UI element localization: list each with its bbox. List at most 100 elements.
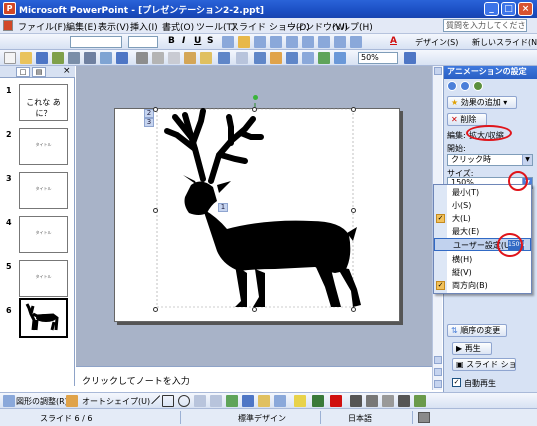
play-button[interactable]: ▶ 再生 <box>452 342 492 355</box>
redo-icon[interactable] <box>236 52 248 64</box>
slide-thumbnail[interactable]: タイトル <box>19 172 68 209</box>
menu-insert[interactable]: 挿入(I) <box>130 20 158 33</box>
menu-view[interactable]: 表示(V) <box>98 20 129 33</box>
reorder-button[interactable]: ⇅ 順序の変更 <box>447 324 507 337</box>
autoshapes-button[interactable]: オートシェイプ(U) <box>82 396 150 407</box>
font-color-icon[interactable] <box>330 395 342 407</box>
menu-item-vertical[interactable]: 縦(V) <box>434 266 531 279</box>
mail-icon[interactable] <box>68 52 80 64</box>
research-icon[interactable] <box>136 52 148 64</box>
font-name-combo[interactable] <box>70 36 122 48</box>
slide-canvas[interactable]: 2 3 1 <box>114 95 400 322</box>
tab-slides[interactable]: ▤ <box>32 67 46 77</box>
task-pane-title[interactable]: アニメーションの設定 <box>444 66 537 79</box>
bullets-icon[interactable] <box>286 36 298 48</box>
slide-thumbnail[interactable]: タイトル <box>19 128 68 165</box>
scroll-up-page-icon[interactable] <box>434 356 442 364</box>
animation-tag[interactable]: 1 <box>218 203 228 212</box>
increase-indent-icon[interactable] <box>350 36 362 48</box>
scroll-down-icon[interactable] <box>434 380 442 388</box>
arrow-style-icon[interactable] <box>382 395 394 407</box>
chevron-down-icon[interactable]: ▼ <box>522 155 532 165</box>
scroll-up-icon[interactable] <box>434 67 442 75</box>
resize-handle[interactable] <box>153 208 158 213</box>
line-color-icon[interactable] <box>312 395 324 407</box>
start-select[interactable]: クリック時 ▼ <box>447 154 533 166</box>
new-slide-button[interactable]: 新しいスライド(N) <box>472 37 537 48</box>
save-icon[interactable] <box>36 52 48 64</box>
line-icon[interactable] <box>147 391 161 405</box>
table-icon[interactable] <box>270 52 282 64</box>
menu-help[interactable]: ヘルプ(H) <box>332 20 373 33</box>
close-button[interactable]: × <box>518 2 533 16</box>
align-right-icon[interactable] <box>254 36 266 48</box>
tab-outline[interactable]: □ <box>16 67 30 77</box>
line-style-icon[interactable] <box>350 395 362 407</box>
shadow-button[interactable]: S <box>207 36 213 46</box>
draw-menu-button[interactable]: 図形の調整(R) <box>16 396 68 407</box>
align-left-icon[interactable] <box>222 36 234 48</box>
menu-format[interactable]: 書式(O) <box>162 20 194 33</box>
resize-handle[interactable] <box>252 307 257 312</box>
resize-handle[interactable] <box>252 107 257 112</box>
zoom-combo[interactable]: 50% <box>358 52 398 64</box>
delete-button[interactable]: ✕ 削除 <box>447 113 487 126</box>
cut-icon[interactable] <box>152 52 164 64</box>
menu-edit[interactable]: 編集(E) <box>66 20 97 33</box>
chart-icon[interactable] <box>254 52 266 64</box>
slide-thumbnail-selected[interactable] <box>19 298 68 338</box>
select-objects-icon[interactable] <box>66 395 78 407</box>
draw-icon[interactable] <box>3 395 15 407</box>
resize-handle[interactable] <box>351 107 356 112</box>
resize-handle[interactable] <box>351 307 356 312</box>
new-file-icon[interactable] <box>4 52 16 64</box>
scroll-down-page-icon[interactable] <box>434 368 442 376</box>
open-folder-icon[interactable] <box>20 52 32 64</box>
vertical-textbox-icon[interactable] <box>210 395 222 407</box>
add-effect-button[interactable]: ★ 効果の追加 ▾ <box>447 96 517 109</box>
insert-picture-icon[interactable] <box>302 52 314 64</box>
resize-handle[interactable] <box>351 208 356 213</box>
format-painter-icon[interactable] <box>200 52 212 64</box>
numbering-icon[interactable] <box>270 36 282 48</box>
fill-color-icon[interactable] <box>294 395 306 407</box>
design-button[interactable]: デザイン(S) <box>415 37 458 48</box>
menu-item-both[interactable]: ✓ 両方向(B) <box>434 279 531 292</box>
print-icon[interactable] <box>84 52 96 64</box>
diagram-icon[interactable] <box>242 395 254 407</box>
resize-handle[interactable] <box>153 307 158 312</box>
home-icon[interactable] <box>473 81 483 91</box>
permission-icon[interactable] <box>52 52 64 64</box>
close-icon[interactable]: × <box>63 66 71 76</box>
align-center-icon[interactable] <box>238 36 250 48</box>
menu-item-small[interactable]: 小(S) <box>434 199 531 212</box>
wordart-icon[interactable] <box>318 52 330 64</box>
bold-button[interactable]: B <box>168 36 175 46</box>
3d-style-icon[interactable] <box>414 395 426 407</box>
back-icon[interactable] <box>447 81 457 91</box>
help-search-input[interactable]: 質問を入力してください <box>443 19 527 32</box>
maximize-button[interactable]: □ <box>501 2 516 16</box>
copy-icon[interactable] <box>168 52 180 64</box>
menu-file[interactable]: ファイル(F) <box>18 20 66 33</box>
slideshow-button[interactable]: ▣ スライド ショー <box>452 358 516 371</box>
deer-silhouette-image[interactable] <box>155 101 365 311</box>
print-preview-icon[interactable] <box>100 52 112 64</box>
slide-thumbnail[interactable]: タイトル <box>19 260 68 297</box>
rotate-handle[interactable] <box>253 95 258 100</box>
underline-button[interactable]: U <box>194 36 201 46</box>
shadow-style-icon[interactable] <box>398 395 410 407</box>
expand-icon[interactable] <box>334 52 346 64</box>
undo-icon[interactable] <box>218 52 230 64</box>
menu-item-large[interactable]: ✓ 大(L) <box>434 212 531 225</box>
font-size-combo[interactable] <box>128 36 158 48</box>
wordart-icon[interactable] <box>226 395 238 407</box>
textbox-icon[interactable] <box>194 395 206 407</box>
oval-icon[interactable] <box>178 395 190 407</box>
italic-button[interactable]: I <box>182 36 185 46</box>
minimize-button[interactable]: _ <box>484 2 499 16</box>
decrease-indent-icon[interactable] <box>334 36 346 48</box>
font-color-button[interactable]: A <box>390 36 397 46</box>
slide-thumbnail[interactable]: これな あに？ <box>19 84 68 121</box>
animation-tag[interactable]: 3 <box>144 118 154 127</box>
